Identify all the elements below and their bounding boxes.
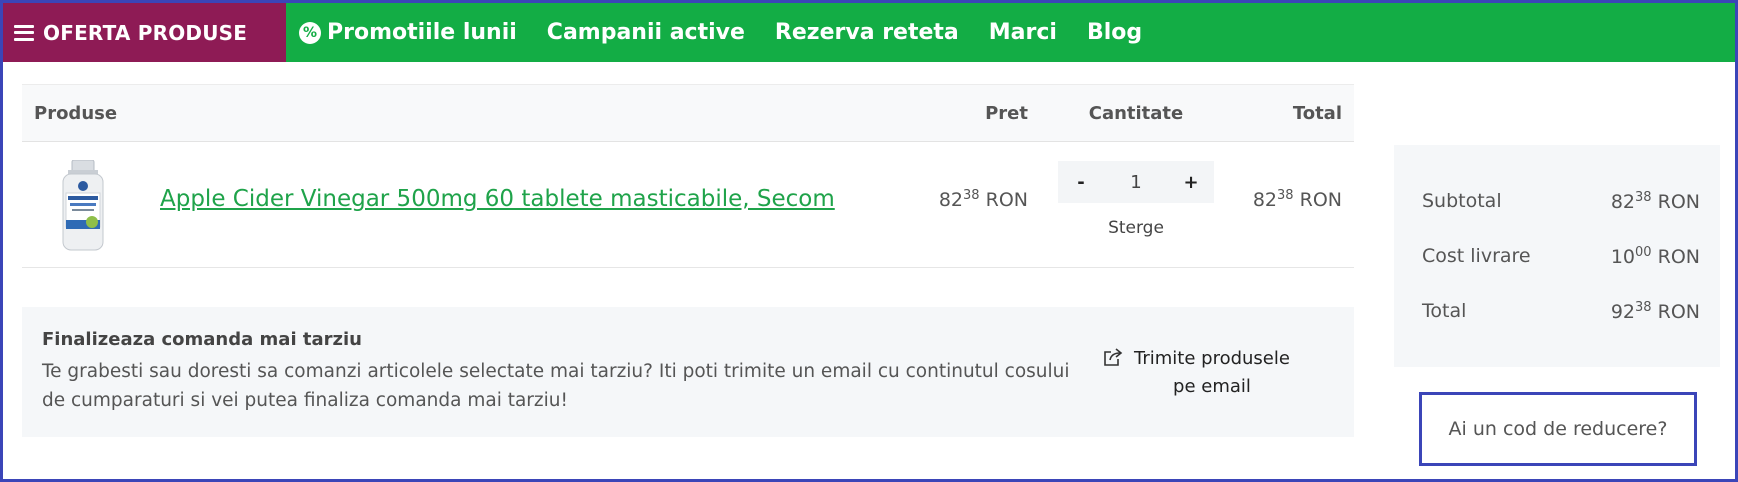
line-total: 8238 RON bbox=[1252, 188, 1342, 211]
increase-quantity-button[interactable]: + bbox=[1182, 172, 1200, 193]
nav-link-label: Promotiile lunii bbox=[327, 20, 517, 45]
cart-table: Produse Pret Cantitate Total Apple Cider… bbox=[22, 84, 1354, 268]
offer-products-button[interactable]: OFERTA PRODUSE bbox=[3, 3, 286, 62]
email-products-label: Trimite produsele pe email bbox=[1134, 348, 1290, 397]
remove-item-link[interactable]: Sterge bbox=[1058, 218, 1214, 238]
quantity-value[interactable]: 1 bbox=[1130, 172, 1141, 193]
nav-links: % Promotiile lunii Campanii active Rezer… bbox=[299, 3, 1172, 62]
subtotal-label: Subtotal bbox=[1422, 190, 1502, 212]
order-summary: Subtotal 8238 RON Cost livrare 1000 RON … bbox=[1394, 145, 1720, 367]
subtotal-value: 8238 RON bbox=[1610, 189, 1700, 213]
share-icon bbox=[1104, 348, 1123, 366]
summary-shipping: Cost livrare 1000 RON bbox=[1422, 241, 1700, 271]
nav-link-rezerva-reteta[interactable]: Rezerva reteta bbox=[775, 20, 959, 45]
discount-badge-icon: % bbox=[299, 21, 321, 44]
product-name-link[interactable]: Apple Cider Vinegar 500mg 60 tablete mas… bbox=[160, 186, 835, 212]
header-quantity: Cantitate bbox=[1088, 103, 1184, 124]
nav-link-marci[interactable]: Marci bbox=[989, 20, 1057, 45]
quantity-stepper: - 1 + bbox=[1058, 161, 1214, 203]
finish-later-box: Finalizeaza comanda mai tarziu Te grabes… bbox=[22, 307, 1354, 437]
discount-code-button[interactable]: Ai un cod de reducere? bbox=[1419, 392, 1697, 466]
total-value: 9238 RON bbox=[1610, 299, 1700, 323]
nav-link-campanii-active[interactable]: Campanii active bbox=[547, 20, 745, 45]
shipping-label: Cost livrare bbox=[1422, 245, 1531, 267]
decrease-quantity-button[interactable]: - bbox=[1072, 172, 1090, 193]
nav-link-blog[interactable]: Blog bbox=[1087, 20, 1142, 45]
top-nav: OFERTA PRODUSE % Promotiile lunii Campan… bbox=[3, 3, 1735, 62]
email-products-button[interactable]: Trimite produsele pe email bbox=[1102, 345, 1332, 401]
product-image[interactable] bbox=[58, 160, 108, 252]
summary-total: Total 9238 RON bbox=[1422, 296, 1700, 326]
total-label: Total bbox=[1422, 300, 1467, 322]
table-row: Apple Cider Vinegar 500mg 60 tablete mas… bbox=[22, 142, 1354, 268]
shipping-value: 1000 RON bbox=[1610, 244, 1700, 268]
finish-later-description: Te grabesti sau doresti sa comanzi artic… bbox=[42, 361, 1070, 411]
offer-products-label: OFERTA PRODUSE bbox=[43, 20, 248, 45]
finish-later-title: Finalizeaza comanda mai tarziu bbox=[42, 329, 362, 350]
header-total: Total bbox=[1292, 103, 1342, 124]
menu-icon bbox=[14, 24, 34, 41]
product-price: 8238 RON bbox=[938, 188, 1028, 211]
summary-subtotal: Subtotal 8238 RON bbox=[1422, 186, 1700, 216]
cart-table-header: Produse Pret Cantitate Total bbox=[22, 84, 1354, 142]
header-products: Produse bbox=[34, 103, 118, 124]
nav-link-promotiile-lunii[interactable]: % Promotiile lunii bbox=[299, 20, 517, 45]
header-price: Pret bbox=[985, 103, 1028, 124]
